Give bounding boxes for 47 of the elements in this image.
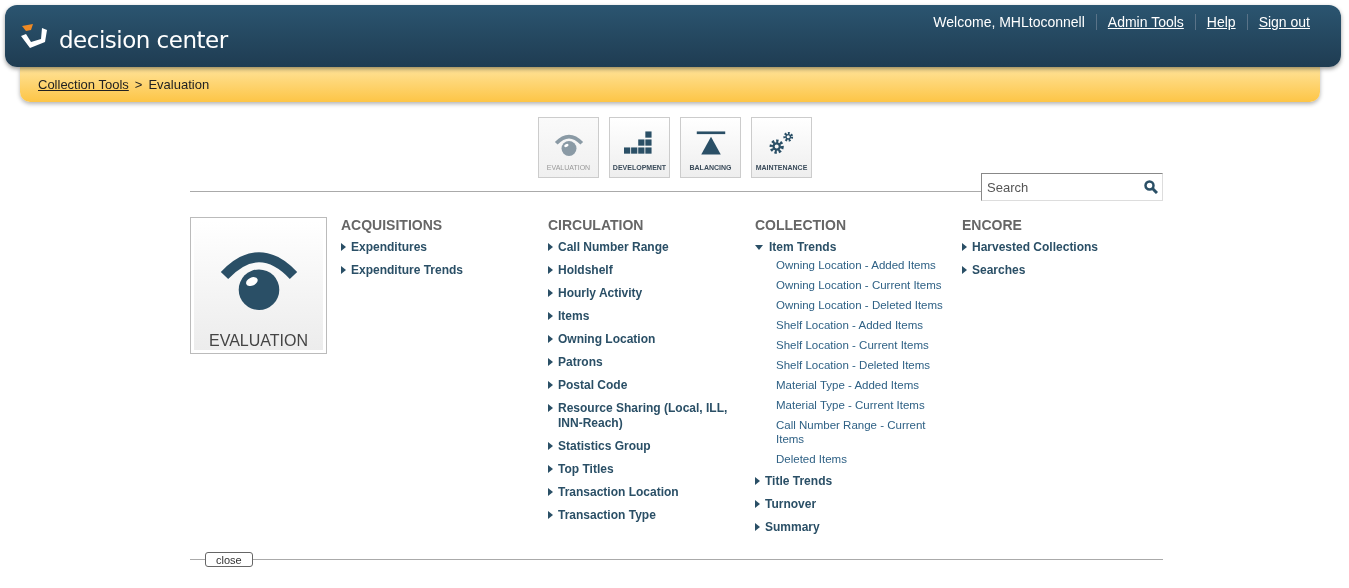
report-link[interactable]: Shelf Location - Current Items	[776, 338, 946, 352]
header-link[interactable]: Help	[1194, 14, 1247, 30]
report-menu-item[interactable]: Searches	[962, 263, 1152, 278]
report-menu-item[interactable]: Hourly Activity	[548, 286, 738, 301]
header-link[interactable]: Sign out	[1246, 14, 1321, 30]
report-link[interactable]: Shelf Location - Added Items	[776, 318, 946, 332]
report-link[interactable]: Deleted Items	[776, 452, 946, 466]
report-menu-item[interactable]: Holdshelf	[548, 263, 738, 278]
report-menu-item[interactable]: Expenditures	[341, 240, 531, 255]
report-link[interactable]: Owning Location - Deleted Items	[776, 298, 946, 312]
breadcrumb-link[interactable]: Collection Tools	[38, 77, 129, 92]
category-heading: ENCORE	[962, 217, 1023, 233]
report-menu-item[interactable]: Expenditure Trends	[341, 263, 531, 278]
welcome-text: Welcome, MHLtoconnell	[932, 14, 1086, 30]
report-link[interactable]: Call Number Range - Current Items	[776, 418, 946, 446]
report-link[interactable]: Owning Location - Added Items	[776, 258, 946, 272]
close-button[interactable]: close	[205, 552, 253, 567]
balance-icon	[694, 129, 727, 157]
report-menu-item[interactable]: Resource Sharing (Local, ILL, INN-Reach)	[548, 401, 738, 431]
report-menu-item[interactable]: Title Trends	[755, 474, 945, 489]
report-menu-item[interactable]: Postal Code	[548, 378, 738, 393]
category-heading: ACQUISITIONS	[341, 217, 444, 233]
report-menu-item[interactable]: Statistics Group	[548, 439, 738, 454]
report-link[interactable]: Material Type - Current Items	[776, 398, 946, 412]
category-heading: COLLECTION	[755, 217, 847, 233]
report-menu-item[interactable]: Transaction Type	[548, 508, 738, 523]
search-icon	[1144, 180, 1158, 194]
breadcrumb-current: Evaluation	[148, 77, 210, 92]
report-menu-item[interactable]: Items	[548, 309, 738, 324]
report-menu-item[interactable]: Patrons	[548, 355, 738, 370]
report-menu-item[interactable]: Summary	[755, 520, 945, 535]
report-menu-item[interactable]: Call Number Range	[548, 240, 738, 255]
report-menu-item[interactable]: Item Trends	[755, 240, 945, 255]
report-menu-item[interactable]: Turnover	[755, 497, 945, 512]
breadcrumb-separator: >	[134, 77, 143, 92]
report-menu-item[interactable]: Owning Location	[548, 332, 738, 347]
report-link[interactable]: Shelf Location - Deleted Items	[776, 358, 946, 372]
report-link[interactable]: Owning Location - Current Items	[776, 278, 946, 292]
report-link[interactable]: Material Type - Added Items	[776, 378, 946, 392]
logo-text: decision center	[59, 27, 228, 53]
header-link[interactable]: Admin Tools	[1095, 14, 1195, 30]
search-field[interactable]: Search	[981, 173, 1163, 201]
tile-label: EVALUATION	[209, 332, 308, 350]
category-heading: CIRCULATION	[548, 217, 645, 233]
report-menu-item[interactable]: Harvested Collections	[962, 240, 1152, 255]
report-menu-item[interactable]: Transaction Location	[548, 485, 738, 500]
report-menu-item[interactable]: Top Titles	[548, 462, 738, 477]
